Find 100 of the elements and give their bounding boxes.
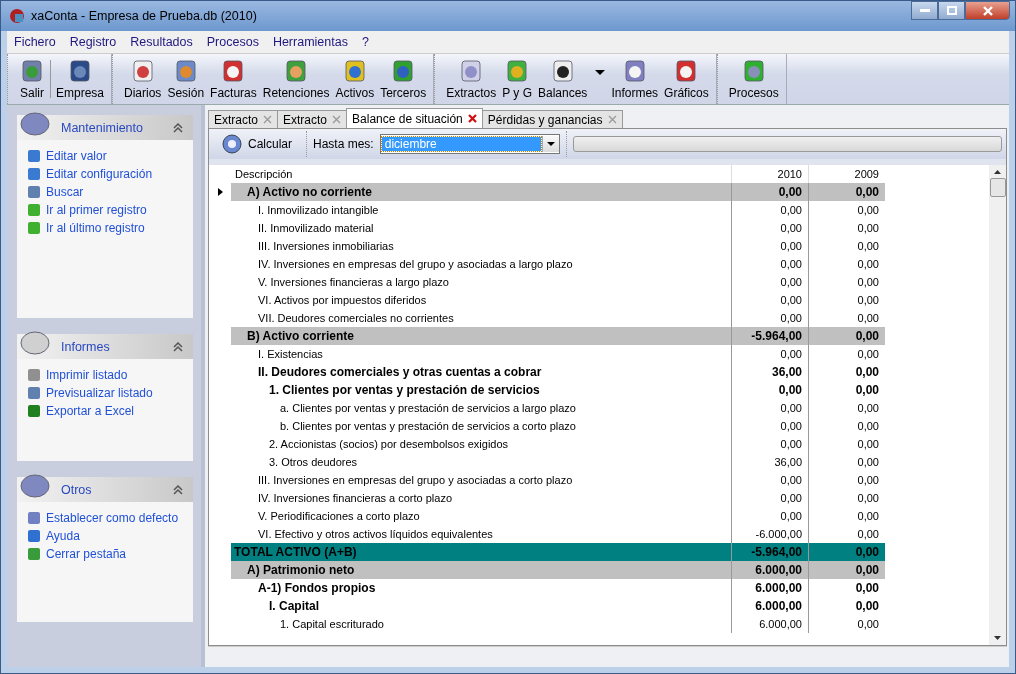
table-cell: 0,00 [808, 381, 885, 399]
table-cell-text: VI. Efectivo y otros activos líquidos equivalentes [257, 527, 494, 542]
table-cell-text: 3. Otros deudores [268, 455, 359, 470]
table-cell: 36,00 [731, 453, 808, 471]
table-cell: TOTAL ACTIVO (A+B) [231, 543, 731, 561]
table-cell-text: IV. Inversiones en empresas del grupo y asociadas a largo plazo [257, 257, 574, 272]
table-cell-text: b. Clientes por ventas y prestación de servicios a corto plazo [279, 419, 577, 434]
table-cell: 0,00 [808, 273, 885, 291]
panel-header[interactable]: Mantenimiento [17, 115, 193, 140]
table-cell-text: a. Clientes por ventas y prestación de servicios a largo plazo [279, 401, 577, 416]
table-cell: 0,00 [808, 561, 885, 579]
table-cell: 0,00 [808, 579, 885, 597]
toolbar-button[interactable]: Salir [16, 56, 48, 102]
table-cell-text: II. Inmovilizado material [257, 221, 375, 236]
toolbar-button[interactable]: Diarios [121, 56, 165, 102]
table-cell-text: I. Inmovilizado intangible [257, 203, 380, 218]
sidebar-link[interactable]: Ir al primer registro [46, 203, 147, 217]
table-cell: 0,00 [731, 201, 808, 219]
table-cell: 0,00 [808, 507, 885, 525]
month-label: Hasta mes: [313, 137, 374, 151]
menu-item[interactable]: Procesos [199, 35, 266, 49]
table-cell: 0,00 [808, 363, 885, 381]
panel-header[interactable]: Informes [17, 334, 193, 359]
table-cell: 0,00 [731, 471, 808, 489]
tab[interactable]: Balance de situación [346, 108, 483, 128]
toolbar-button[interactable]: Activos [332, 56, 378, 102]
toolbar-button[interactable]: Procesos [725, 56, 782, 102]
toolbar-button[interactable]: Informes [608, 56, 662, 102]
table-cell: -5.964,00 [731, 543, 808, 561]
table-cell-text: VI. Activos por impuestos diferidos [257, 293, 428, 308]
toolbar-button[interactable]: Sesión [164, 56, 208, 102]
menu-item[interactable]: ? [354, 35, 376, 49]
table-cell: 0,00 [808, 201, 885, 219]
toolbar-button[interactable]: Terceros [377, 56, 430, 102]
sidebar-link[interactable]: Cerrar pestaña [46, 547, 127, 561]
tab[interactable]: Extracto [208, 110, 278, 128]
toolbar-button[interactable]: Facturas [207, 56, 260, 102]
menu-item[interactable]: Registro [62, 35, 124, 49]
toolbar-button[interactable]: Retenciones [259, 56, 333, 102]
table-cell: 0,00 [808, 399, 885, 417]
sidebar-link[interactable]: Exportar a Excel [46, 404, 135, 418]
table-cell: 0,00 [808, 453, 885, 471]
table-cell-text: 1. Clientes por ventas y prestación de servicios [268, 382, 541, 399]
table-cell: 0,00 [808, 597, 885, 615]
sidebar-link[interactable]: Previsualizar listado [46, 386, 153, 400]
table-cell: 0,00 [731, 255, 808, 273]
table-cell: 0,00 [731, 237, 808, 255]
sidebar-link[interactable]: Imprimir listado [46, 368, 128, 382]
table-cell: 6.000,00 [731, 579, 808, 597]
menu-item[interactable]: Herramientas [265, 35, 355, 49]
table-cell: 0,00 [808, 543, 885, 561]
sidebar-link[interactable]: Buscar [46, 185, 84, 199]
table-cell-text: 2. Accionistas (socios) por desembolsos exigidos [268, 437, 510, 452]
table-cell: 0,00 [731, 381, 808, 399]
toolbar-button[interactable]: Balances [535, 56, 609, 102]
table-cell-text: I. Existencias [257, 347, 324, 362]
calculate-button[interactable]: Calcular [213, 131, 300, 157]
table-cell: A) Activo no corriente [231, 183, 731, 201]
table-cell: 0,00 [731, 183, 808, 201]
table-cell: 0,00 [808, 183, 885, 201]
sidebar-link[interactable]: Establecer como defecto [46, 511, 179, 525]
table-cell: 0,00 [808, 489, 885, 507]
toolbar-button[interactable]: P y G [499, 56, 535, 102]
table-cell: 0,00 [808, 237, 885, 255]
sidebar-link[interactable]: Editar configuración [46, 167, 153, 181]
table-cell: A) Patrimonio neto [231, 561, 731, 579]
table-cell: 0,00 [808, 327, 885, 345]
sidebar-link[interactable]: Editar valor [46, 149, 107, 163]
panel-header[interactable]: Otros [17, 477, 193, 502]
table-cell: 0,00 [731, 399, 808, 417]
table-cell: 6.000,00 [731, 597, 808, 615]
toolbar-button[interactable]: Gráficos [661, 56, 712, 102]
table-cell: 0,00 [731, 273, 808, 291]
tab[interactable]: Pérdidas y ganancias [481, 110, 623, 128]
table-cell: 0,00 [808, 345, 885, 363]
menu-item[interactable]: Resultados [123, 35, 200, 49]
table-cell-text: 1. Capital escriturado [279, 617, 385, 632]
table-cell: 0,00 [731, 489, 808, 507]
table-cell: 0,00 [808, 255, 885, 273]
column-header[interactable]: Descripción [231, 165, 731, 183]
table-cell-text: V. Periodificaciones a corto plazo [257, 509, 421, 524]
table-cell: 6.000,00 [731, 561, 808, 579]
table-cell-text: II. Deudores comerciales y otras cuentas a cobrar [257, 364, 543, 381]
sidebar-link[interactable]: Ir al último registro [46, 221, 145, 235]
toolbar-button[interactable]: Empresa [53, 56, 108, 102]
menu-item[interactable]: Fichero [7, 35, 63, 49]
table-cell: 0,00 [808, 435, 885, 453]
table-cell: 6.000,00 [731, 615, 808, 633]
table-cell-text: VII. Deudores comerciales no corrientes [257, 311, 455, 326]
table-cell-text: V. Inversiones financieras a largo plazo [257, 275, 450, 290]
table-cell: 0,00 [808, 291, 885, 309]
table-cell: 0,00 [731, 435, 808, 453]
sidebar-link[interactable]: Ayuda [46, 529, 80, 543]
table-cell-text: I. Capital [268, 598, 320, 615]
table-cell: 36,00 [731, 363, 808, 381]
table-cell-text: A-1) Fondos propios [257, 580, 377, 597]
tab[interactable]: Extracto [277, 110, 348, 128]
window-title: xaConta - Empresa de Prueba.db (2010) [31, 9, 257, 23]
table-cell: B) Activo corriente [231, 327, 731, 345]
toolbar-button[interactable]: Extractos [443, 56, 500, 102]
